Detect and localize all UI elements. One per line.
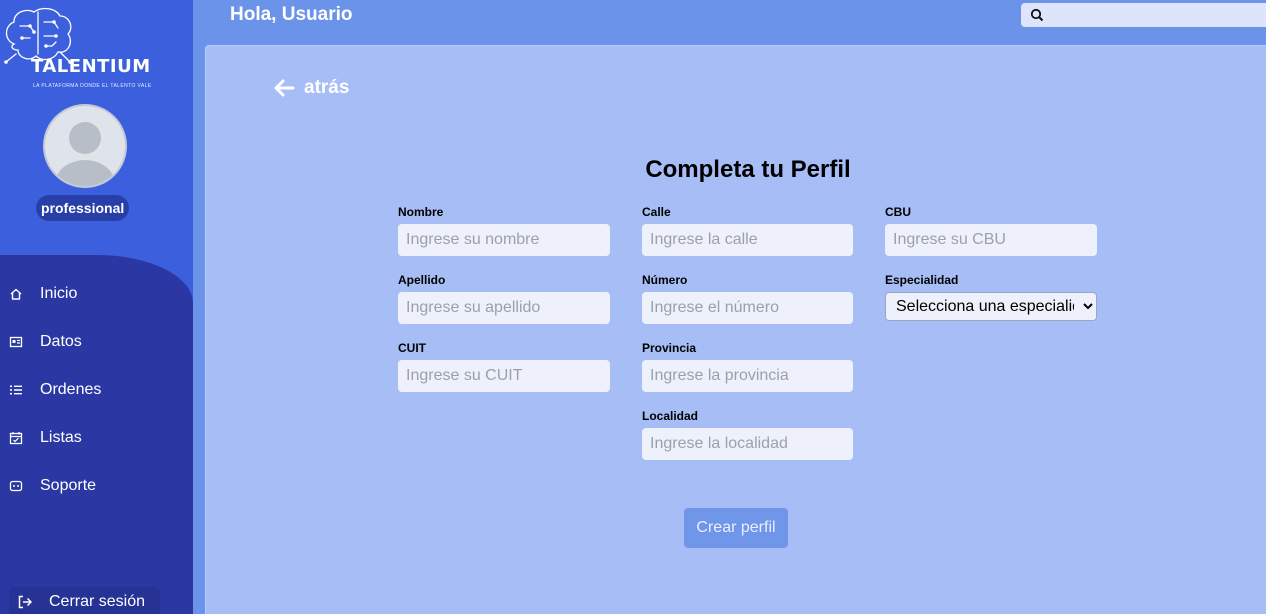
nombre-field[interactable] <box>398 224 610 256</box>
home-icon <box>9 287 23 301</box>
provincia-field[interactable] <box>642 360 853 392</box>
calendar-icon <box>9 431 23 445</box>
brand-logo: TALENTIUM LA PLATAFORMA DONDE EL TALENTO… <box>0 4 193 89</box>
numero-field[interactable] <box>642 292 853 324</box>
form-title: Completa tu Perfil <box>645 156 851 183</box>
cuit-label: CUIT <box>398 341 426 355</box>
logout-button[interactable]: Cerrar sesión <box>9 587 160 614</box>
sidebar-nav: Inicio Datos Ordenes Listas Soporte <box>0 255 193 614</box>
calle-field[interactable] <box>642 224 853 256</box>
id-card-icon <box>9 335 23 349</box>
sidebar-item-datos[interactable]: Datos <box>0 322 193 362</box>
provincia-label: Provincia <box>642 341 697 355</box>
numero-label: Número <box>642 273 688 287</box>
support-icon <box>9 479 23 493</box>
search-icon[interactable] <box>1030 8 1044 22</box>
sidebar-item-label: Soporte <box>40 477 97 494</box>
back-button[interactable]: atrás <box>273 77 349 99</box>
cbu-field[interactable] <box>885 224 1097 256</box>
sidebar-item-inicio[interactable]: Inicio <box>0 274 193 314</box>
apellido-field[interactable] <box>398 292 610 324</box>
sidebar-item-label: Inicio <box>40 285 78 302</box>
sidebar-item-label: Listas <box>40 429 82 446</box>
sidebar: TALENTIUM LA PLATAFORMA DONDE EL TALENTO… <box>0 0 193 614</box>
localidad-field[interactable] <box>642 428 853 460</box>
search-bar[interactable] <box>1021 3 1266 27</box>
role-badge: professional <box>36 195 130 221</box>
search-input[interactable] <box>1050 5 1250 25</box>
especialidad-label: Especialidad <box>885 273 959 287</box>
especialidad-select[interactable]: Selecciona una especialidad <box>885 292 1097 321</box>
brand-tagline: LA PLATAFORMA DONDE EL TALENTO VALE <box>33 83 152 89</box>
logout-label: Cerrar sesión <box>49 593 146 610</box>
sidebar-item-soporte[interactable]: Soporte <box>0 466 193 506</box>
apellido-label: Apellido <box>398 273 446 287</box>
brand-name: TALENTIUM <box>31 56 151 77</box>
sidebar-item-label: Datos <box>40 333 82 350</box>
create-profile-button[interactable]: Crear perfil <box>684 508 788 548</box>
arrow-left-icon <box>273 77 295 99</box>
greeting: Hola, Usuario <box>230 4 353 25</box>
localidad-label: Localidad <box>642 409 699 423</box>
nombre-label: Nombre <box>398 205 444 219</box>
cbu-label: CBU <box>885 205 911 219</box>
sidebar-item-label: Ordenes <box>40 381 102 398</box>
cuit-field[interactable] <box>398 360 610 392</box>
logout-icon <box>17 594 33 610</box>
back-label: atrás <box>304 77 350 98</box>
calle-label: Calle <box>642 205 671 219</box>
sidebar-item-ordenes[interactable]: Ordenes <box>0 370 193 410</box>
sidebar-item-listas[interactable]: Listas <box>0 418 193 458</box>
list-icon <box>9 383 23 397</box>
